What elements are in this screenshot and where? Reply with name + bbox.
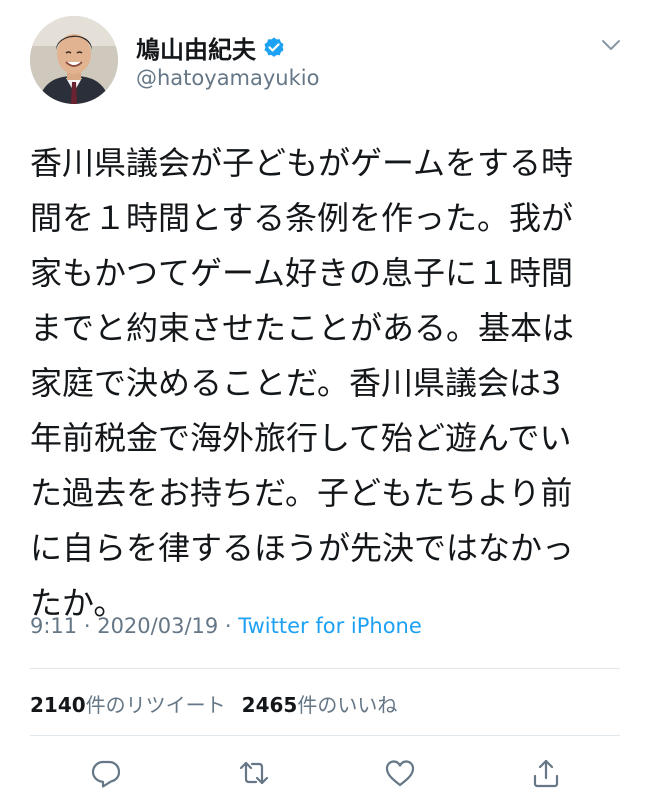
meta-separator: ·	[77, 614, 98, 638]
likes-stat[interactable]: 2465件のいいね	[242, 693, 398, 717]
action-bar	[0, 756, 650, 792]
share-icon[interactable]	[529, 756, 563, 790]
divider	[30, 668, 620, 669]
meta-separator: ·	[218, 614, 239, 638]
heart-icon[interactable]	[383, 756, 417, 790]
user-handle[interactable]: @hatoyamayukio	[136, 66, 319, 90]
display-name-row[interactable]: 鳩山由紀夫	[136, 30, 286, 65]
likes-count: 2465	[241, 693, 298, 717]
tweet-text-line: た過去をお持ちだ。子どもたちより前	[30, 474, 573, 512]
retweets-label: 件のリツイート	[85, 693, 226, 717]
avatar-photo	[30, 16, 118, 104]
tweet-text-line: 香川県議会が子どもがゲームをする時	[30, 144, 574, 182]
tweet-source-link[interactable]: Twitter for iPhone	[238, 614, 422, 638]
avatar[interactable]	[30, 16, 118, 104]
tweet-stats: 2140件のリツイート 2465件のいいね	[30, 689, 397, 718]
tweet-text: 香川県議会が子どもがゲームをする時 間を１時間とする条例を作った。我が 家もかつ…	[30, 136, 620, 631]
tweet-text-line: に自らを律するほうが先決ではなかっ	[30, 529, 575, 567]
likes-label: 件のいいね	[297, 693, 398, 717]
tweet-time[interactable]: 9:11	[30, 614, 77, 638]
retweets-stat[interactable]: 2140件のリツイート	[30, 693, 226, 717]
display-name[interactable]: 鳩山由紀夫	[136, 30, 256, 65]
tweet-text-line: 家庭で決めることだ。香川県議会は3	[30, 364, 562, 402]
tweet-meta: 9:11 · 2020/03/19 · Twitter for iPhone	[30, 614, 422, 638]
verified-badge-icon	[262, 36, 286, 60]
tweet-text-line: 間を１時間とする条例を作った。我が	[30, 199, 574, 237]
chevron-down-icon[interactable]	[596, 30, 626, 60]
retweets-count: 2140	[30, 693, 86, 717]
tweet-date[interactable]: 2020/03/19	[97, 614, 218, 638]
reply-icon[interactable]	[89, 756, 123, 790]
retweet-icon[interactable]	[237, 756, 271, 790]
tweet-text-line: 家もかつてゲーム好きの息子に１時間	[30, 254, 574, 292]
divider	[30, 735, 620, 736]
tweet-text-line: までと約束させたことがある。基本は	[30, 309, 575, 347]
tweet-text-line: 年前税金で海外旅行して殆ど遊んでい	[30, 419, 572, 457]
